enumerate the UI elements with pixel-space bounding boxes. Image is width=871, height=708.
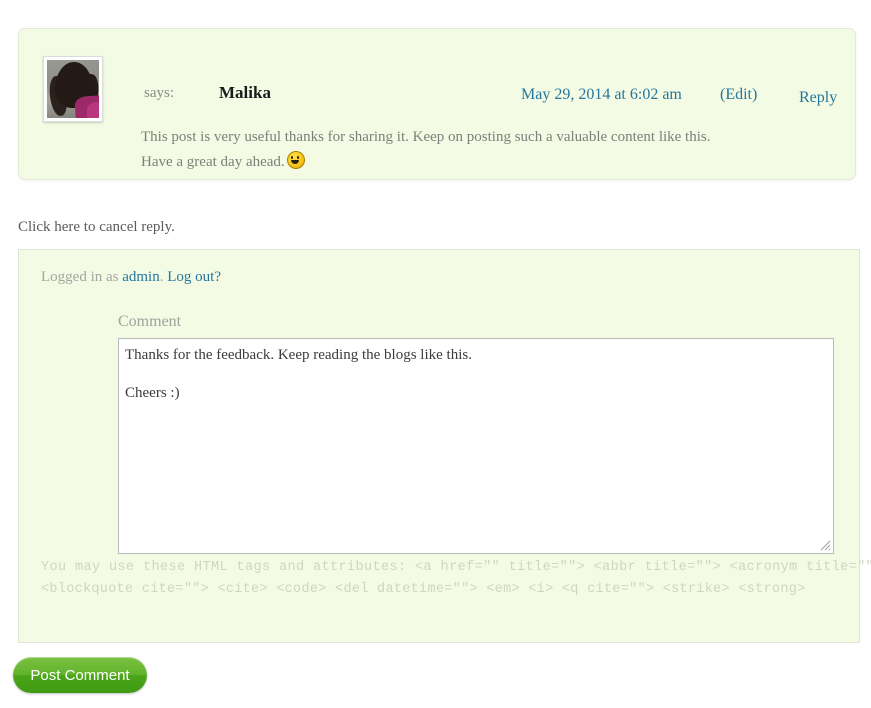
comment-body: This post is very useful thanks for shar…	[141, 125, 835, 175]
smiley-face-icon	[286, 151, 305, 169]
profile-link[interactable]: admin	[122, 269, 160, 285]
comment-input[interactable]	[118, 338, 834, 554]
avatar-shirt-highlight	[87, 102, 99, 118]
logout-link[interactable]: Log out?	[167, 269, 221, 285]
allowed-html-tags-help: You may use these HTML tags and attribut…	[41, 557, 871, 601]
logged-in-prefix: Logged in as	[41, 269, 119, 285]
comment-body-line-1: This post is very useful thanks for shar…	[141, 129, 711, 145]
says-label: says:	[144, 85, 174, 101]
avatar-photo	[47, 60, 99, 118]
comment-date-link[interactable]: May 29, 2014 at 6:02 am	[521, 86, 682, 104]
comment-edit-link[interactable]: (Edit)	[720, 86, 757, 104]
comment-header: says: Malika May 29, 2014 at 6:02 am (Ed…	[125, 83, 839, 111]
logged-in-status: Logged in as admin. Log out?	[41, 269, 221, 286]
logged-in-separator: .	[159, 269, 164, 285]
allowed-html-tags-line-1: You may use these HTML tags and attribut…	[41, 560, 871, 575]
comment-body-line-2: Have a great day ahead.	[141, 150, 835, 175]
comment-reply-page: says: Malika May 29, 2014 at 6:02 am (Ed…	[0, 0, 871, 708]
cancel-reply-link[interactable]: Click here to cancel reply.	[18, 219, 175, 236]
post-comment-button[interactable]: Post Comment	[13, 657, 147, 693]
avatar	[43, 56, 103, 122]
comment-author: Malika	[219, 83, 271, 102]
comment-field-label: Comment	[118, 313, 182, 330]
comment-body-line-2-text: Have a great day ahead.	[141, 154, 285, 170]
comment-reply-link[interactable]: Reply	[799, 89, 837, 107]
respond-form: Logged in as admin. Log out? Comment You…	[18, 249, 871, 643]
comment-card: says: Malika May 29, 2014 at 6:02 am (Ed…	[18, 28, 856, 180]
allowed-html-tags-line-2: <blockquote cite=""> <cite> <code> <del …	[41, 582, 806, 597]
